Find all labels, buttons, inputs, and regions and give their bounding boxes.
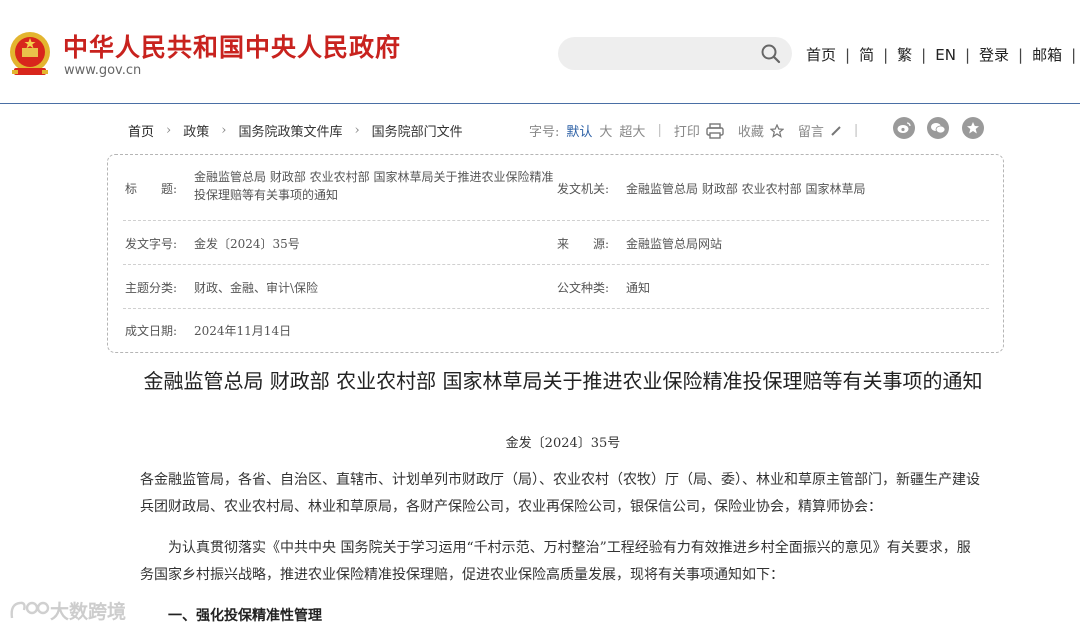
chevron-right-icon: › <box>354 123 360 138</box>
font-size-default[interactable]: 默认 <box>566 121 592 140</box>
nav-login[interactable]: 登录 <box>979 44 1009 65</box>
info-row-date: 成文日期: 2024年11月14日 <box>123 309 989 349</box>
doctype-label: 公文种类: <box>557 281 610 295</box>
nav-home[interactable]: 首页 <box>806 44 836 65</box>
nav-divider: | <box>921 45 927 64</box>
article-paragraph-intro: 为认真贯彻落实《中共中央 国务院关于学习运用“千村示范、万村整治”工程经验有力有… <box>140 540 971 583</box>
info-row-title: 标 题: 金融监管总局 财政部 农业农村部 国家林草局关于推进农业保险精准投保理… <box>123 161 989 221</box>
nav-traditional[interactable]: 繁 <box>897 44 912 65</box>
docno-label: 发文字号: <box>125 237 178 251</box>
doctype-value: 通知 <box>626 281 651 295</box>
article-heading: 一、强化投保精准性管理 <box>168 608 322 624</box>
font-size-large[interactable]: 大 <box>599 121 612 140</box>
nav-divider: | <box>1018 45 1024 64</box>
search-input[interactable] <box>574 37 754 70</box>
favorite-star-icon[interactable] <box>962 117 984 139</box>
tool-divider: | <box>657 123 662 138</box>
wechat-icon[interactable] <box>927 117 949 139</box>
title-value: 金融监管总局 财政部 农业农村部 国家林草局关于推进农业保险精准投保理赔等有关事… <box>194 170 554 202</box>
nav-english[interactable]: EN <box>935 46 956 64</box>
watermark: 大数跨境 <box>8 597 126 624</box>
issuer-value: 金融监管总局 财政部 农业农村部 国家林草局 <box>626 182 866 196</box>
tool-divider: | <box>853 123 859 138</box>
issuer-label: 发文机关: <box>557 182 610 196</box>
breadcrumb-department-docs[interactable]: 国务院部门文件 <box>372 121 463 140</box>
weibo-icon[interactable] <box>893 117 915 139</box>
print-label: 打印 <box>673 125 700 140</box>
info-row-docno: 发文字号: 金发〔2024〕35号 来 源: 金融监管总局网站 <box>123 221 989 265</box>
date-value: 2024年11月14日 <box>194 324 292 338</box>
source-value: 金融监管总局网站 <box>626 237 723 251</box>
nav-divider: | <box>964 45 970 64</box>
search-icon[interactable] <box>760 43 782 65</box>
printer-icon <box>706 122 724 139</box>
date-label: 成文日期: <box>125 324 178 338</box>
comment-label: 留言 <box>797 125 824 140</box>
site-url: www.gov.cn <box>64 63 142 78</box>
info-row-topic: 主题分类: 财政、金融、审计\保险 公文种类: 通知 <box>123 265 989 309</box>
breadcrumb-policy[interactable]: 政策 <box>183 121 209 140</box>
chevron-right-icon: › <box>221 123 227 138</box>
topic-label: 主题分类: <box>125 281 178 295</box>
article-doc-number: 金发〔2024〕35号 <box>505 436 621 451</box>
article-paragraph-addressees: 各金融监管局，各省、自治区、直辖市、计划单列市财政厅（局）、农业农村（农牧）厅（… <box>140 472 980 515</box>
search-box <box>558 37 792 70</box>
document-info-box: 标 题: 金融监管总局 财政部 农业农村部 国家林草局关于推进农业保险精准投保理… <box>107 154 1004 353</box>
nav-divider: | <box>845 45 851 64</box>
source-label: 来 源: <box>557 237 610 251</box>
chevron-right-icon: › <box>166 123 172 138</box>
national-emblem-icon <box>10 32 50 75</box>
site-header: 中华人民共和国中央人民政府 www.gov.cn 首页 | 简 | 繁 | EN… <box>0 0 1080 104</box>
breadcrumb-home[interactable]: 首页 <box>128 121 154 140</box>
top-nav: 首页 | 简 | 繁 | EN | 登录 | 邮箱 | 无障 <box>806 44 1080 65</box>
favorite-button[interactable]: 收藏 <box>738 121 784 140</box>
font-size-label: 字号: <box>529 125 560 140</box>
topic-value: 财政、金融、审计\保险 <box>194 281 319 295</box>
docno-value: 金发〔2024〕35号 <box>194 237 300 251</box>
nav-divider: | <box>1071 45 1077 64</box>
page-tools: 字号: 默认 大 超大 | 打印 收藏 留言 | <box>529 121 870 140</box>
nav-divider: | <box>883 45 889 64</box>
star-icon <box>769 123 784 138</box>
print-button[interactable]: 打印 <box>674 121 724 140</box>
site-title[interactable]: 中华人民共和国中央人民政府 <box>63 28 401 64</box>
breadcrumb-policy-library[interactable]: 国务院政策文件库 <box>238 121 342 140</box>
article-title: 金融监管总局 财政部 农业农村部 国家林草局关于推进农业保险精准投保理赔等有关事… <box>143 369 983 393</box>
nav-simplified[interactable]: 简 <box>859 44 874 65</box>
watermark-logo-icon <box>10 601 50 618</box>
favorite-label: 收藏 <box>737 125 764 140</box>
breadcrumb: 首页 › 政策 › 国务院政策文件库 › 国务院部门文件 <box>128 121 463 140</box>
comment-button[interactable]: 留言 <box>798 121 842 140</box>
title-label: 标 题: <box>125 182 178 196</box>
font-size-xlarge[interactable]: 超大 <box>619 121 645 140</box>
pencil-icon <box>831 125 841 136</box>
nav-mail[interactable]: 邮箱 <box>1032 44 1062 65</box>
watermark-text: 大数跨境 <box>50 601 127 623</box>
